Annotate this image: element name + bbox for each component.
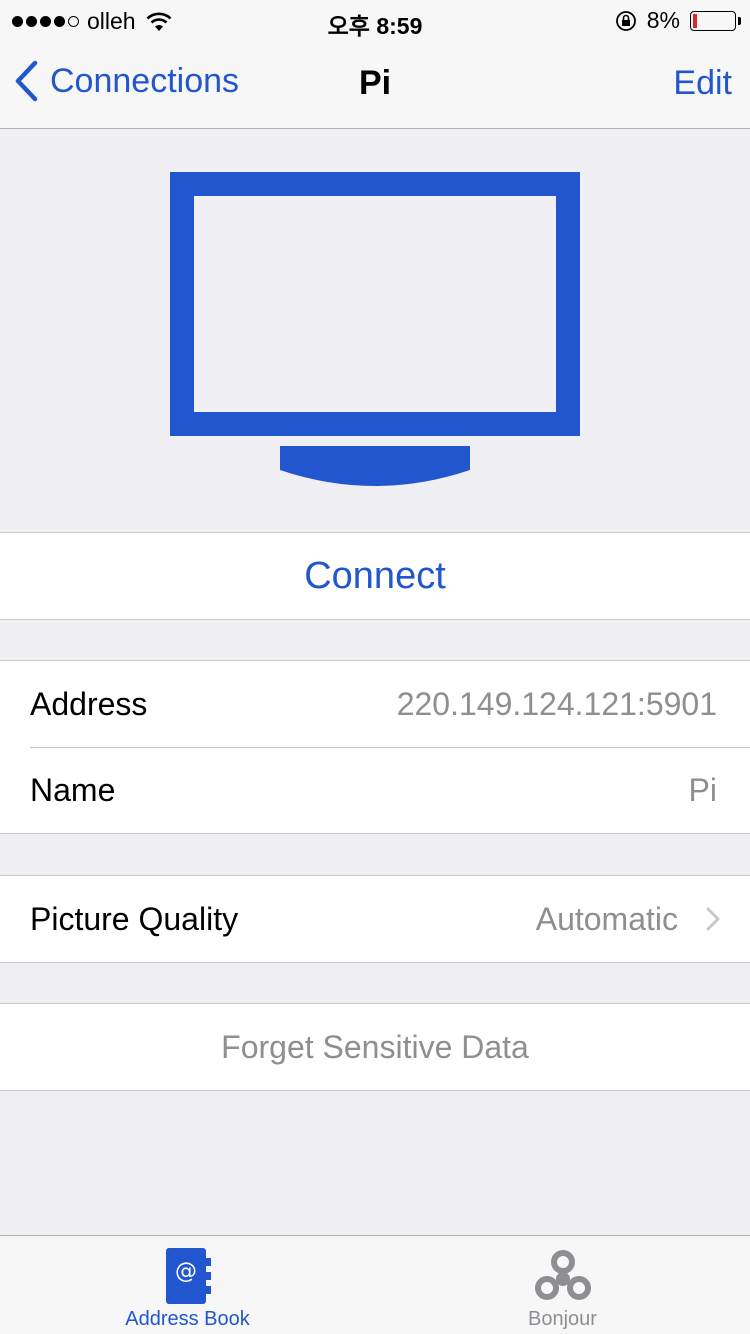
- tab-address-book-label: Address Book: [125, 1308, 250, 1330]
- name-value: Pi: [688, 771, 717, 808]
- address-label: Address: [30, 685, 148, 722]
- orientation-lock-icon: [615, 10, 636, 31]
- address-row[interactable]: Address 220.149.124.121:5901: [0, 661, 750, 747]
- tab-bonjour-label: Bonjour: [528, 1308, 597, 1330]
- picture-quality-row[interactable]: Picture Quality Automatic: [0, 876, 750, 962]
- picture-quality-label: Picture Quality: [30, 900, 239, 937]
- edit-button[interactable]: Edit: [673, 64, 732, 103]
- chevron-right-icon: [706, 907, 720, 931]
- name-label: Name: [30, 771, 116, 808]
- picture-quality-group: Picture Quality Automatic: [0, 875, 750, 963]
- connect-group: Connect: [0, 532, 750, 620]
- tab-bonjour[interactable]: Bonjour: [375, 1236, 750, 1334]
- battery-icon: [690, 10, 741, 31]
- svg-text:@: @: [175, 1259, 197, 1284]
- picture-quality-value: Automatic: [535, 900, 678, 937]
- navigation-bar: Connections Pi Edit: [0, 40, 750, 129]
- address-value: 220.149.124.121:5901: [396, 685, 717, 722]
- page-title: Pi: [358, 64, 392, 102]
- forget-data-group: Forget Sensitive Data: [0, 1003, 750, 1091]
- forget-sensitive-data-label: Forget Sensitive Data: [221, 1028, 529, 1065]
- monitor-icon: [170, 172, 580, 486]
- connection-details-group: Address 220.149.124.121:5901 Name Pi: [0, 660, 750, 834]
- status-bar: olleh 오후 8:59 8%: [0, 0, 750, 40]
- battery-percent: 8%: [646, 7, 680, 33]
- tab-bar: @ Address Book Bonjour: [0, 1235, 750, 1334]
- connect-button[interactable]: Connect: [0, 533, 750, 619]
- status-right: 8%: [615, 7, 741, 34]
- name-row[interactable]: Name Pi: [0, 747, 750, 833]
- forget-sensitive-data-button[interactable]: Forget Sensitive Data: [0, 1004, 750, 1090]
- tab-address-book[interactable]: @ Address Book: [0, 1236, 375, 1334]
- address-book-icon: @: [165, 1248, 211, 1304]
- connect-label: Connect: [304, 554, 446, 597]
- battery-level: [693, 13, 697, 28]
- bonjour-icon: [534, 1250, 591, 1300]
